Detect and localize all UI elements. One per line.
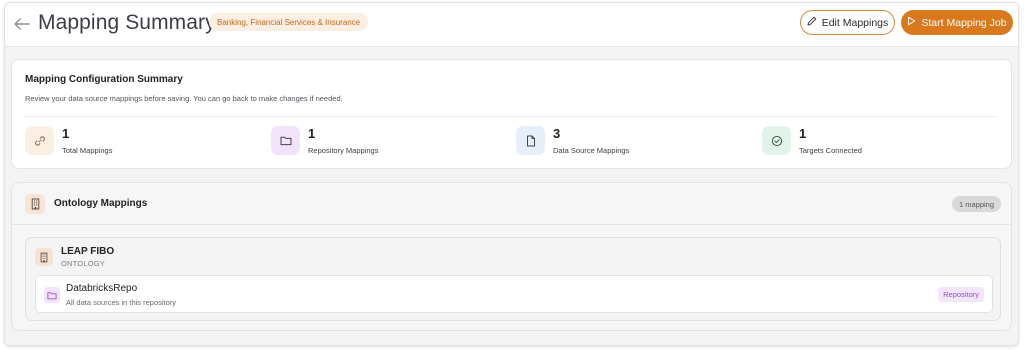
mapping-count-badge: 1 mapping: [951, 196, 1001, 212]
summary-divider: [25, 116, 998, 117]
stat-label: Targets Connected: [799, 146, 862, 155]
building-icon: [35, 248, 53, 266]
back-arrow-icon[interactable]: [12, 14, 32, 34]
stat-value: 1: [308, 126, 316, 141]
ontology-mappings-header[interactable]: Ontology Mappings 1 mapping: [12, 183, 1011, 225]
page-title: Mapping Summary: [38, 11, 216, 34]
link-icon: [25, 126, 54, 155]
ontology-name: LEAP FIBO: [61, 246, 115, 257]
folder-icon: [271, 126, 300, 155]
industry-badge: Banking, Financial Services & Insurance: [209, 13, 369, 31]
stat-value: 1: [799, 126, 807, 141]
app-window: Mapping Summary Banking, Financial Servi…: [4, 2, 1019, 346]
start-mapping-job-label: Start Mapping Job: [921, 16, 1007, 29]
ontology-mappings-title: Ontology Mappings: [54, 198, 148, 209]
start-mapping-job-button[interactable]: Start Mapping Job: [901, 10, 1013, 35]
summary-description: Review your data source mappings before …: [25, 94, 343, 103]
stat-label: Total Mappings: [62, 146, 113, 155]
stat-label: Data Source Mappings: [553, 146, 630, 155]
repository-name: DatabricksRepo: [66, 283, 138, 294]
ontology-type: ONTOLOGY: [61, 259, 105, 268]
mapping-configuration-summary-card: Mapping Configuration Summary Review you…: [11, 59, 1012, 169]
stat-label: Repository Mappings: [308, 146, 379, 155]
edit-mappings-label: Edit Mappings: [821, 16, 889, 29]
stat-value: 1: [62, 126, 70, 141]
ontology-entry: LEAP FIBO ONTOLOGY DatabricksRepo All da…: [25, 237, 1001, 321]
edit-mappings-button[interactable]: Edit Mappings: [800, 10, 895, 35]
building-icon: [25, 194, 45, 214]
repository-type-badge: Repository: [938, 287, 984, 302]
ontology-mappings-section: Ontology Mappings 1 mapping LEAP FIBO ON…: [11, 182, 1012, 331]
repository-mapping-row[interactable]: DatabricksRepo All data sources in this …: [35, 275, 993, 313]
repository-description: All data sources in this repository: [66, 298, 177, 307]
edit-icon: [807, 16, 817, 29]
folder-icon: [44, 287, 60, 303]
play-icon: [907, 16, 916, 29]
summary-title: Mapping Configuration Summary: [25, 74, 183, 85]
page-header: Mapping Summary Banking, Financial Servi…: [5, 3, 1018, 47]
document-icon: [516, 126, 545, 155]
stat-value: 3: [553, 126, 561, 141]
check-circle-icon: [762, 126, 791, 155]
